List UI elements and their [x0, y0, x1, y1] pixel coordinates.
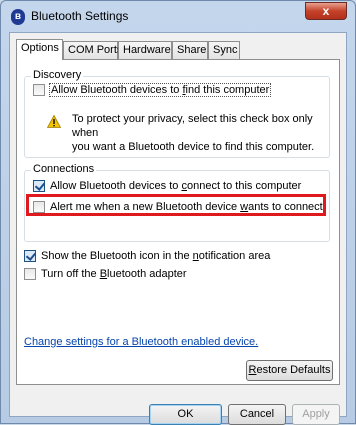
show-icon-checkbox[interactable]: [24, 250, 36, 262]
tab-hardware[interactable]: Hardware: [118, 41, 172, 59]
label-text: ind this computer: [185, 84, 270, 96]
options-tab-panel: Discovery Allow Bluetooth devices to fin…: [16, 59, 340, 385]
tab-label: Share: [177, 44, 207, 56]
turn-off-adapter-checkbox[interactable]: [24, 268, 36, 280]
allow-connect-checkbox[interactable]: [33, 180, 45, 192]
tab-sync[interactable]: Sync: [208, 41, 240, 59]
change-settings-link[interactable]: Change settings for a Bluetooth enabled …: [24, 336, 258, 348]
apply-button[interactable]: Apply: [292, 404, 340, 425]
privacy-warning-text: To protect your privacy, select this che…: [72, 112, 329, 154]
warning-line: To protect your privacy, select this che…: [72, 113, 313, 139]
tab-com-ports[interactable]: COM Ports: [63, 41, 122, 59]
label-text: Allow Bluetooth devices to: [51, 84, 183, 96]
allow-connect-checkbox-row[interactable]: Allow Bluetooth devices to connect to th…: [33, 180, 301, 192]
dialog-client-area: Options COM Ports Hardware Share Sync Di…: [9, 32, 347, 425]
show-icon-label: Show the Bluetooth icon in the notificat…: [41, 250, 270, 262]
tab-options[interactable]: Options: [16, 39, 63, 60]
close-button[interactable]: x: [305, 2, 347, 20]
label-text: Turn off the: [41, 268, 100, 280]
allow-find-label: Allow Bluetooth devices to find this com…: [48, 83, 272, 97]
label-text: Show the Bluetooth icon in the: [41, 250, 193, 262]
allow-find-checkbox-row[interactable]: Allow Bluetooth devices to find this com…: [33, 83, 272, 97]
cancel-button[interactable]: Cancel: [228, 404, 286, 425]
window-title: Bluetooth Settings: [31, 9, 129, 23]
tab-share[interactable]: Share: [172, 41, 208, 59]
restore-defaults-button[interactable]: Restore Defaults: [246, 360, 333, 381]
warning-line: you want a Bluetooth device to find this…: [72, 141, 315, 153]
label-text: otification area: [198, 250, 271, 262]
tab-label: Hardware: [123, 44, 171, 56]
button-label: estore Defaults: [256, 364, 331, 376]
title-bar[interactable]: ʙ Bluetooth Settings x: [1, 1, 355, 31]
red-highlight-box: [26, 194, 326, 216]
turn-off-adapter-checkbox-row[interactable]: Turn off the Bluetooth adapter: [24, 268, 187, 280]
discovery-heading: Discovery: [31, 69, 84, 81]
tab-label: COM Ports: [68, 44, 123, 56]
ok-button[interactable]: OK: [149, 404, 222, 425]
allow-connect-label: Allow Bluetooth devices to connect to th…: [50, 180, 301, 192]
bluetooth-icon: ʙ: [11, 9, 25, 25]
turn-off-adapter-label: Turn off the Bluetooth adapter: [41, 268, 187, 280]
access-key: B: [99, 268, 108, 280]
discovery-group: Discovery Allow Bluetooth devices to fin…: [24, 69, 330, 158]
connections-heading: Connections: [31, 163, 97, 175]
warning-icon: [47, 115, 61, 128]
show-icon-checkbox-row[interactable]: Show the Bluetooth icon in the notificat…: [24, 250, 270, 262]
close-icon: x: [322, 4, 330, 18]
tab-label: Sync: [213, 44, 238, 56]
tab-label: Options: [21, 42, 59, 54]
label-text: luetooth adapter: [107, 268, 187, 280]
bluetooth-settings-window: ʙ Bluetooth Settings x Options COM Ports…: [0, 0, 356, 425]
label-text: onnect to this computer: [186, 180, 302, 192]
allow-find-checkbox[interactable]: [33, 84, 45, 96]
label-text: Allow Bluetooth devices to: [50, 180, 182, 192]
